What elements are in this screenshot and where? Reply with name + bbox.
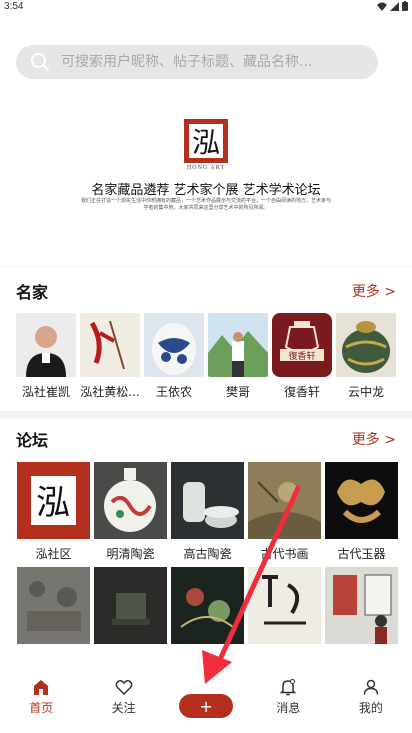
tab-home[interactable]: 首页 (0, 670, 82, 733)
forum-card[interactable]: 古代玉器 (325, 462, 398, 562)
master-name: 云中龙 (347, 385, 384, 399)
masters-more-link[interactable]: 更多 > (352, 281, 396, 301)
cloisonne-thumb (336, 313, 396, 377)
master-name: 泓社黄松... (80, 385, 140, 399)
master-card[interactable]: 樊哥 (208, 313, 268, 400)
calligraphy-scroll-thumb (248, 567, 321, 644)
search-icon (29, 51, 51, 73)
forum-name: 泓社区 (35, 547, 72, 561)
master-name: 復香轩 (283, 385, 320, 399)
signal-icon (390, 1, 399, 11)
forum-card[interactable]: 高古陶瓷 (171, 462, 244, 562)
user-icon (363, 679, 379, 695)
bronze-thumb (94, 567, 167, 644)
calligraphy-thumb (80, 313, 140, 377)
status-icons (377, 1, 408, 11)
masters-header: 名家 更多 > (16, 281, 396, 302)
tab-follow-label: 关注 (111, 701, 136, 715)
forum-card[interactable]: 泓 泓社区 (17, 462, 90, 562)
svg-text:復香轩: 復香轩 (288, 350, 315, 362)
post-button[interactable]: + (179, 694, 234, 718)
divider (0, 266, 412, 267)
masters-row: 泓社崔凯 泓社黄松... 王依农 樊哥 復香轩 復香轩 云中龙 (0, 313, 412, 400)
status-bar: 3:54 (0, 0, 412, 14)
forum-card[interactable] (325, 567, 398, 644)
plus-icon: + (199, 696, 213, 716)
hong-art-logo: 泓 (184, 119, 228, 163)
tab-messages[interactable]: 消息 (247, 670, 329, 733)
forum-name: 高古陶瓷 (183, 547, 232, 561)
master-card[interactable]: 泓社崔凯 (16, 313, 76, 400)
status-time: 3:54 (4, 1, 24, 12)
pottery-thumb (171, 462, 244, 539)
master-name: 樊哥 (225, 385, 250, 399)
tab-messages-label: 消息 (276, 701, 301, 715)
home-icon (34, 680, 49, 695)
porcelain-thumb (144, 313, 204, 377)
vase-thumb (94, 462, 167, 539)
wifi-icon (377, 2, 387, 11)
forum-header: 论坛 更多 > (16, 429, 396, 450)
masters-title: 名家 (16, 283, 49, 302)
portrait-landscape-thumb (208, 313, 268, 377)
tab-profile[interactable]: 我的 (330, 670, 412, 733)
svg-text:泓: 泓 (36, 483, 70, 523)
master-card[interactable]: 復香轩 復香轩 (272, 313, 332, 400)
embroidery-thumb (171, 567, 244, 644)
forum-card[interactable] (94, 567, 167, 644)
forum-name: 明清陶瓷 (106, 547, 155, 561)
tab-post: + (165, 670, 247, 733)
forum-card[interactable] (248, 567, 321, 644)
master-card[interactable]: 王依农 (144, 313, 204, 400)
master-card[interactable]: 云中龙 (336, 313, 396, 400)
forum-row-1: 泓 泓社区 明清陶瓷 高古陶瓷 古代书画 古代玉器 (0, 462, 412, 562)
hero-description: 我们正在打造一个现实生活中你想拥有的藏品，一个艺术作品展示与交流的平台，一个自由… (80, 198, 331, 211)
forum-card[interactable]: 明清陶瓷 (94, 462, 167, 562)
master-name: 王依农 (155, 385, 192, 399)
search-bar[interactable] (16, 45, 378, 79)
stone-relief-thumb (17, 567, 90, 644)
hero-banner: 泓 HONG ART 名家藏品遴荐 艺术家个展 艺术学术论坛 我们正在打造一个现… (0, 115, 412, 215)
search-input[interactable] (61, 54, 361, 70)
forum-more-link[interactable]: 更多 > (352, 429, 396, 449)
bottom-tab-bar: 首页 关注 + 消息 我的 (0, 670, 412, 733)
forum-row-2 (0, 567, 412, 644)
hero-slogan: 名家藏品遴荐 艺术家个展 艺术学术论坛 (91, 183, 321, 198)
battery-icon (402, 1, 408, 11)
master-card[interactable]: 泓社黄松... (80, 313, 140, 400)
jade-thumb (325, 462, 398, 539)
tab-profile-label: 我的 (358, 701, 383, 715)
portrait-thumb (16, 313, 76, 377)
forum-card[interactable] (171, 567, 244, 644)
bell-icon (280, 679, 297, 696)
section-gap (0, 411, 412, 419)
forum-name: 古代玉器 (337, 547, 386, 561)
forum-card[interactable] (17, 567, 90, 644)
hong-logo-thumb: 泓 (17, 462, 90, 539)
forum-title: 论坛 (16, 431, 49, 450)
forum-name: 古代书画 (260, 547, 309, 561)
exhibition-thumb (325, 567, 398, 644)
tab-follow[interactable]: 关注 (82, 670, 164, 733)
heart-icon (115, 680, 132, 696)
master-name: 泓社崔凯 (21, 385, 70, 399)
logo-glyph: 泓 (189, 124, 223, 159)
forum-card[interactable]: 古代书画 (248, 462, 321, 562)
logo-subtitle: HONG ART (186, 165, 226, 171)
seal-logo-thumb: 復香轩 (272, 313, 332, 377)
tab-home-label: 首页 (29, 701, 54, 715)
painting-thumb (248, 462, 321, 539)
